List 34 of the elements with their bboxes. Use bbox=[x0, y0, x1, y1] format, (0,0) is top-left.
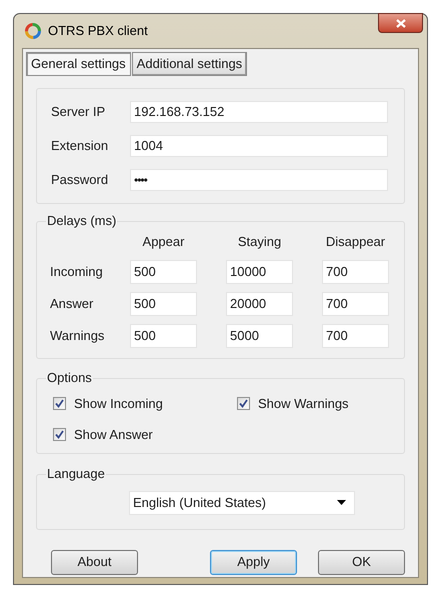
dialog-button[interactable]: About bbox=[51, 550, 138, 574]
field-label: Extension bbox=[51, 137, 110, 156]
field-label: Password bbox=[51, 171, 110, 190]
delay-field[interactable]: 500 bbox=[130, 260, 197, 284]
window-title: OTRS PBX client bbox=[48, 22, 148, 40]
column-header: Staying bbox=[236, 233, 282, 251]
delay-field[interactable]: 700 bbox=[322, 324, 389, 348]
delay-field[interactable]: 10000 bbox=[226, 260, 293, 284]
delay-field[interactable]: 500 bbox=[130, 292, 197, 316]
input-field[interactable]: 192.168.73.152 bbox=[130, 101, 388, 123]
group-title: Options bbox=[46, 370, 93, 386]
delay-field[interactable]: 700 bbox=[322, 292, 389, 316]
dialog-button[interactable]: Apply bbox=[210, 550, 297, 574]
input-field[interactable]: 1004 bbox=[130, 135, 388, 157]
column-header: Disappear bbox=[324, 233, 386, 251]
delay-field[interactable]: 20000 bbox=[226, 292, 293, 316]
language-dropdown[interactable]: English (United States) bbox=[129, 490, 355, 514]
row-label: Incoming bbox=[50, 262, 104, 281]
checkbox-label: Show Incoming bbox=[74, 394, 163, 413]
field-label: Server IP bbox=[51, 103, 106, 122]
group-title: Delays (ms) bbox=[46, 213, 118, 229]
row-label: Answer bbox=[50, 294, 94, 313]
checkbox-label: Show Warnings bbox=[258, 394, 349, 413]
delay-field[interactable]: 500 bbox=[130, 324, 197, 348]
checkbox-label: Show Answer bbox=[74, 426, 153, 444]
dialog-button[interactable]: OK bbox=[318, 550, 405, 574]
password-field[interactable]: •••• bbox=[130, 169, 388, 191]
dropdown-value: English (United States) bbox=[133, 494, 266, 512]
delay-field[interactable]: 700 bbox=[322, 260, 389, 284]
settings-tab[interactable]: General settings bbox=[26, 52, 131, 76]
delay-field[interactable]: 5000 bbox=[226, 324, 293, 348]
column-header: Appear bbox=[142, 233, 186, 251]
settings-tab[interactable]: Additional settings bbox=[132, 52, 248, 76]
row-label: Warnings bbox=[50, 326, 106, 345]
